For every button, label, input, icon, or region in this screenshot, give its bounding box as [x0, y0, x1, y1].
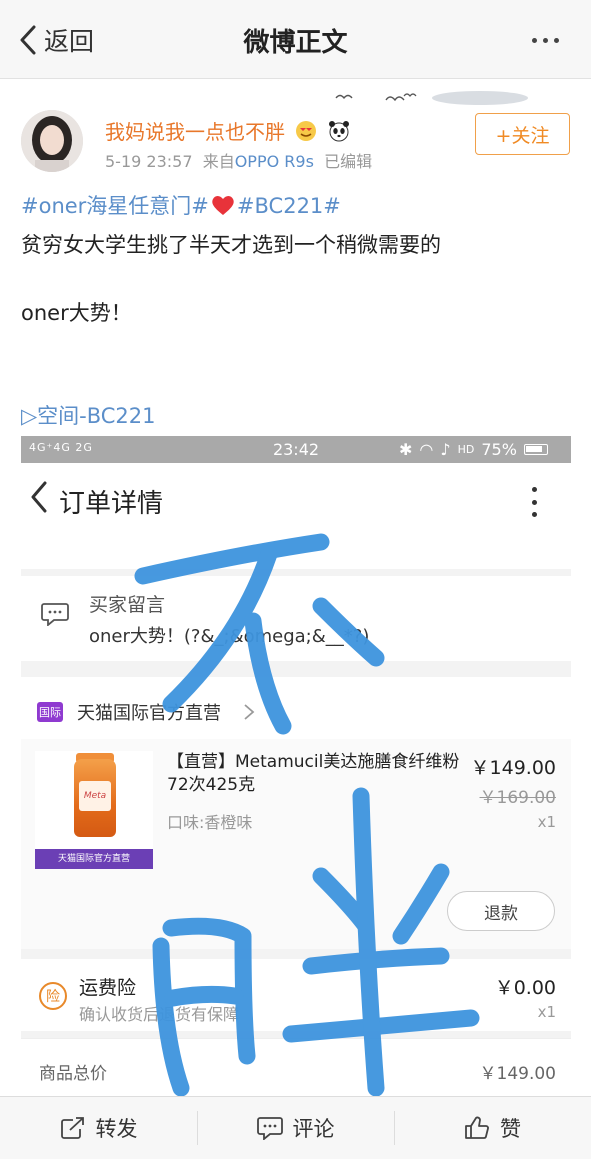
- post-source-prefix: 来自: [202, 152, 235, 171]
- repost-label: 转发: [95, 1117, 138, 1141]
- shipping-insurance-price: ￥0.00: [494, 977, 556, 999]
- shop-row: 国际 天猫国际官方直营: [21, 677, 571, 739]
- product-title: 【直营】Metamucil美达施膳食纤维粉72次425克: [167, 752, 460, 795]
- status-right: ✱ ◠ ♪ HD 75%: [399, 440, 548, 459]
- battery-percent: 75%: [481, 440, 517, 459]
- topic-tags: #oner海星任意门# #BC221#: [21, 190, 341, 221]
- buyer-message-label: 买家留言: [89, 594, 166, 616]
- embedded-order-screenshot[interactable]: 4G⁺4G 2G 23:42 ✱ ◠ ♪ HD 75% 订单详情 买家留言 on…: [21, 436, 571, 1096]
- hd-call-icon: HD: [457, 443, 475, 456]
- refund-button: 退款: [447, 891, 555, 931]
- insurance-badge-icon: 险: [39, 982, 67, 1010]
- more-dot-icon: [554, 37, 559, 43]
- thumbs-up-icon: [465, 1116, 489, 1139]
- page-title: 微博正文: [243, 28, 348, 58]
- total-value: ￥149.00: [479, 1064, 556, 1084]
- comment-button[interactable]: 评论: [197, 1097, 394, 1159]
- buyer-message-card: 买家留言 oner大势！(?&_;&omega;&__*?): [21, 576, 571, 661]
- chevron-right-icon: [244, 704, 255, 720]
- repost-button[interactable]: 转发: [0, 1097, 197, 1159]
- decorative-birds-icon: [335, 91, 528, 105]
- panda-emoji-icon: [328, 120, 350, 147]
- vertical-dots-icon: [529, 487, 539, 517]
- message-bubble-icon: [41, 603, 69, 626]
- product-original-price: ￥169.00: [479, 788, 556, 808]
- buyer-message-value: oner大势！(?&_;&omega;&__*?): [89, 626, 370, 647]
- like-label: 赞: [500, 1117, 521, 1141]
- battery-icon: [523, 444, 548, 455]
- edited-label: 已编辑: [324, 152, 373, 171]
- product-flavor: 口味:香橙味: [167, 813, 253, 832]
- repost-icon: [60, 1117, 84, 1139]
- product-price: ￥149.00: [470, 757, 556, 779]
- product-quantity: x1: [537, 813, 556, 831]
- chevron-left-icon: [31, 481, 47, 513]
- topic-link-oner[interactable]: #oner海星任意门#: [21, 194, 209, 218]
- space-link[interactable]: ▷空间-BC221: [21, 400, 156, 430]
- avatar-image-icon: [21, 110, 83, 172]
- red-heart-icon: [211, 194, 235, 221]
- order-total-row: 商品总价 ￥149.00: [21, 1038, 571, 1096]
- more-dot-icon: [543, 37, 548, 43]
- post-date: 5-19 23:57: [105, 152, 193, 171]
- bluetooth-icon: ✱: [399, 440, 413, 459]
- topic-link-bc221[interactable]: #BC221#: [237, 194, 341, 218]
- order-title: 订单详情: [59, 489, 164, 519]
- post-meta: 5-19 23:57 来自OPPO R9s 已编辑: [105, 148, 372, 172]
- shipping-insurance-qty: x1: [537, 1003, 556, 1021]
- mute-bell-icon: ♪: [440, 440, 451, 459]
- order-header: 订单详情: [21, 463, 571, 537]
- post-source[interactable]: OPPO R9s: [235, 152, 314, 171]
- headphone-icon: ◠: [419, 440, 434, 459]
- tmall-global-badge-icon: 国际: [37, 702, 63, 722]
- follow-button[interactable]: +关注: [475, 113, 570, 155]
- product-item: Meta 天猫国际官方直营 【直营】Metamucil美达施膳食纤维粉72次42…: [21, 739, 571, 949]
- post-text-line: oner大势！: [21, 301, 132, 325]
- bottom-action-bar: 转发 评论 赞: [0, 1096, 591, 1159]
- shipping-insurance-row: 险 运费险 确认收货后退货有保障 ￥0.00 x1: [21, 959, 571, 1031]
- shipping-insurance-desc: 确认收货后退货有保障: [79, 1005, 240, 1024]
- heart-eyes-emoji-icon: [295, 120, 317, 147]
- username-text: 我妈说我一点也不胖: [105, 120, 285, 144]
- phone-status-bar: 4G⁺4G 2G 23:42 ✱ ◠ ♪ HD 75%: [21, 436, 571, 463]
- more-dot-icon: [532, 37, 537, 43]
- like-button[interactable]: 赞: [394, 1097, 591, 1159]
- shipping-insurance-name: 运费险: [79, 977, 137, 999]
- blurred-address-area: [21, 537, 571, 569]
- product-banner: 天猫国际官方直营: [35, 849, 153, 869]
- total-label: 商品总价: [39, 1064, 107, 1084]
- comment-label: 评论: [292, 1117, 335, 1141]
- comment-icon: [256, 1117, 283, 1140]
- username[interactable]: 我妈说我一点也不胖: [105, 116, 350, 147]
- avatar[interactable]: [21, 110, 83, 172]
- more-options-button[interactable]: [532, 28, 572, 52]
- shop-name: 天猫国际官方直营: [77, 703, 221, 724]
- post-text-line: 贫穷女大学生挑了半天才选到一个稍微需要的: [21, 233, 441, 257]
- top-nav: 返回 微博正文: [0, 0, 591, 79]
